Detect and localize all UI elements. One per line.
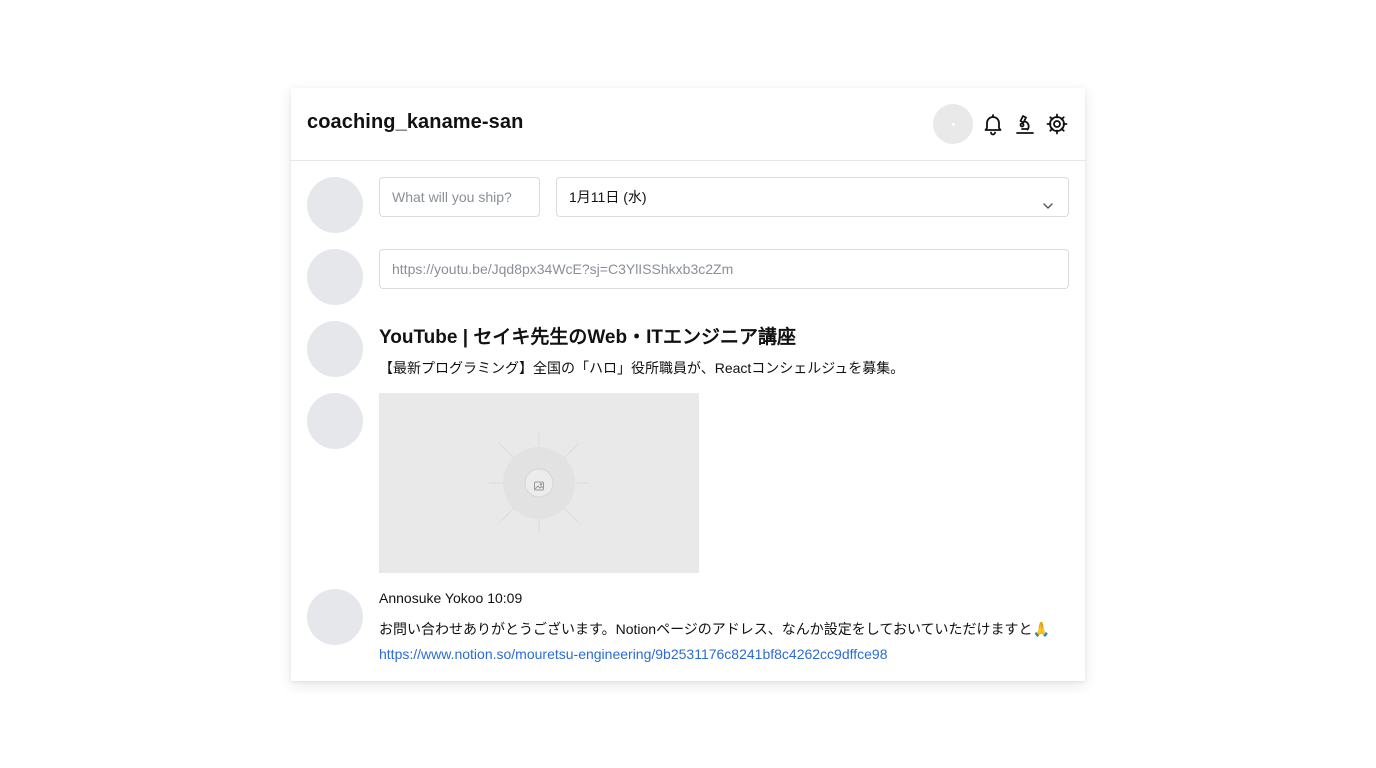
message-author-avatar (307, 589, 363, 645)
settings-icon[interactable] (1045, 112, 1069, 136)
date-select-value: 1月11日 (水) (569, 189, 647, 205)
ogp-thumbnail[interactable] (379, 393, 699, 573)
ogp-avatar (307, 321, 363, 377)
url-row-avatar (307, 249, 363, 305)
microscope-icon[interactable] (1013, 112, 1037, 136)
channel-card: coaching_kaname-san What will you ship? … (291, 88, 1085, 681)
channel-title: coaching_kaname-san (307, 111, 524, 133)
url-input[interactable]: https://youtu.be/Jqd8px34WcE?sj=C3YlISSh… (379, 249, 1069, 289)
ogp-description: 【最新プログラミング】全国の「ハロ」役所職員が、Reactコンシェルジュを募集。 (379, 360, 905, 376)
ship-input[interactable]: What will you ship? (379, 177, 540, 217)
chevron-down-icon (1040, 190, 1056, 209)
channel-header: coaching_kaname-san (291, 88, 1085, 161)
ship-input-placeholder: What will you ship? (392, 189, 512, 205)
thumbnail-avatar (307, 393, 363, 449)
message-author-time: Annosuke Yokoo 10:09 (379, 590, 523, 606)
message-text: お問い合わせありがとうございます。Notionページのアドレス、なんか設定をして… (379, 621, 1050, 637)
date-select[interactable]: 1月11日 (水) (556, 177, 1069, 217)
user-avatar[interactable] (933, 104, 973, 144)
bell-icon[interactable] (981, 112, 1005, 136)
composer-avatar (307, 177, 363, 233)
image-icon (533, 477, 545, 491)
ogp-title: YouTube | セイキ先生のWeb・ITエンジニア講座 (379, 327, 796, 348)
avatar-dot (952, 123, 955, 126)
message-link[interactable]: https://www.notion.so/mouretsu-engineeri… (379, 646, 888, 662)
url-input-placeholder: https://youtu.be/Jqd8px34WcE?sj=C3YlISSh… (392, 261, 734, 277)
